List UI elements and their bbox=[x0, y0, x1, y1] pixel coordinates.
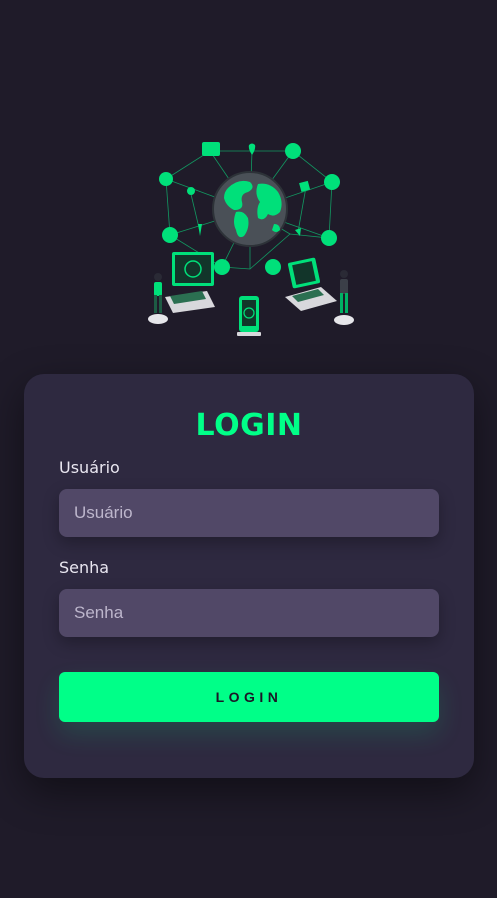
login-card: LOGIN Usuário Senha LOGIN bbox=[24, 374, 474, 778]
login-button[interactable]: LOGIN bbox=[59, 672, 439, 722]
username-label: Usuário bbox=[59, 458, 120, 477]
username-input[interactable] bbox=[59, 489, 439, 537]
password-label: Senha bbox=[59, 558, 110, 577]
login-title: LOGIN bbox=[195, 408, 303, 443]
network-globe-illustration-icon bbox=[148, 142, 354, 336]
password-input[interactable] bbox=[59, 589, 439, 637]
login-page: LOGIN Usuário Senha LOGIN bbox=[0, 0, 497, 898]
